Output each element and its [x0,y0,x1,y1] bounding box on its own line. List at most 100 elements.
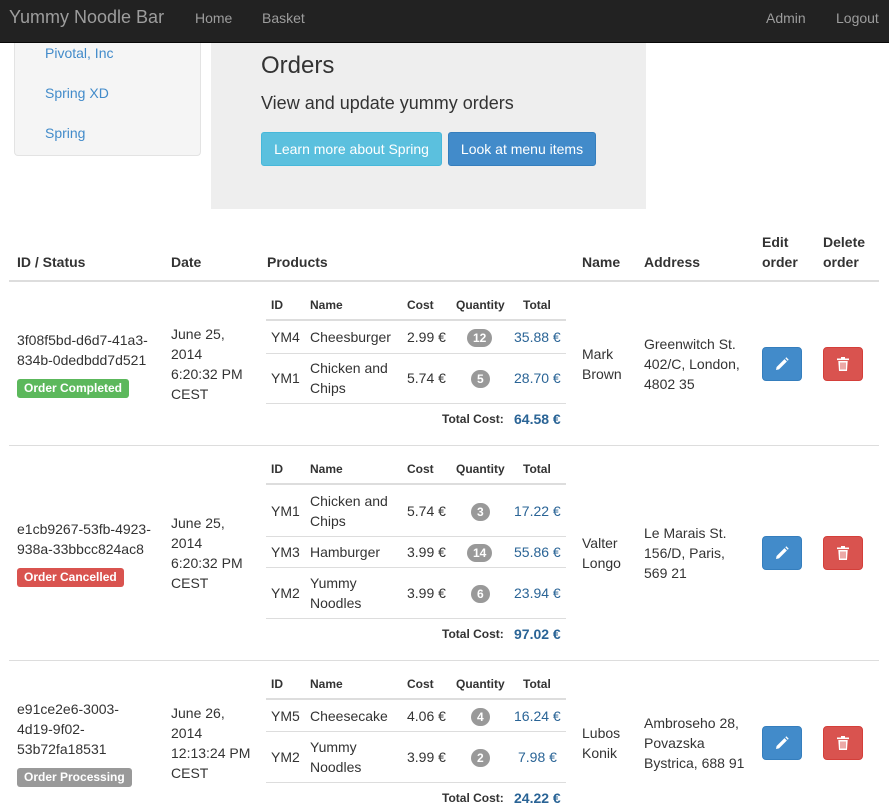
header-products: Products [267,254,328,270]
product-name: Yummy Noodles [310,737,361,777]
product-total: 55.86 € [514,544,561,560]
product-name-line: Chips [310,380,346,396]
page-lead: View and update yummy orders [261,93,514,113]
product-total: 35.88 € [514,329,561,345]
customer-address: Greenwitch St. 402/C, London, 4802 35 [644,334,740,394]
total-cost-label: Total Cost: [442,791,504,805]
order-date-line: June 25, [171,326,225,342]
products-header-id: ID [271,462,283,476]
navbar: Yummy Noodle Bar Home Basket Admin Logou… [0,0,889,43]
product-total: 7.98 € [518,749,557,765]
order-date-line: 2014 [171,535,203,551]
delete-order-button[interactable] [823,536,863,570]
header-address: Address [644,254,701,270]
status-badge: Order Processing [17,768,132,787]
product-divider [266,353,566,354]
products-header-name: Name [310,462,343,476]
edit-order-button[interactable] [762,726,802,760]
product-total: 28.70 € [514,370,561,386]
row-divider [9,660,879,661]
order-id: e91ce2e6-3003- 4d19-9f02- 53b72fa18531 [17,699,119,759]
customer-address: Ambroseho 28, Povazska Bystrica, 688 91 [644,713,744,773]
product-id: YM1 [271,370,300,386]
trash-icon [837,357,849,371]
customer-name: Mark Brown [582,344,622,384]
products-header-divider [266,483,566,485]
product-name-line: Chicken and [310,493,388,509]
products-header-id: ID [271,677,283,691]
status-badge: Order Completed [17,379,130,398]
address-line: Povazska [644,735,705,751]
nav-admin[interactable]: Admin [766,10,806,26]
order-date-line: 6:20:32 PM [171,366,243,382]
product-id: YM3 [271,544,300,560]
order-date-line: 6:20:32 PM [171,555,243,571]
trash-icon [837,546,849,560]
nav-logout[interactable]: Logout [836,10,879,26]
quantity-badge: 6 [471,585,490,603]
products-table: ID Name Cost Quantity Total YM5 Cheeseca… [266,676,566,808]
order-id-line: e91ce2e6-3003- [17,701,119,717]
edit-order-button[interactable] [762,536,802,570]
customer-name-line: Brown [582,366,622,382]
product-divider [266,403,566,404]
address-line: Greenwitch St. [644,336,736,352]
row-divider [9,445,879,446]
order-id-line: e1cb9267-53fb-4923- [17,521,151,537]
address-line: 4802 35 [644,376,695,392]
pencil-icon [776,357,789,370]
product-id: YM2 [271,585,300,601]
product-name-line: Chips [310,513,346,529]
product-name-line: Yummy [310,739,357,755]
total-cost-value: 64.58 € [514,411,561,427]
products-header-quantity: Quantity [456,462,505,476]
product-id: YM2 [271,749,300,765]
quantity-badge: 12 [467,329,493,347]
order-date-line: CEST [171,765,209,781]
product-name-line: Yummy [310,575,357,591]
page-title: Orders [261,52,335,79]
customer-name: Valter Longo [582,533,621,573]
product-divider [266,731,566,732]
learn-spring-button[interactable]: Learn more about Spring [261,132,442,166]
products-header-cost: Cost [407,677,434,691]
sidebar-item-pivotal[interactable]: Pivotal, Inc [45,45,113,61]
menu-items-button[interactable]: Look at menu items [448,132,596,166]
products-header-cost: Cost [407,462,434,476]
brand[interactable]: Yummy Noodle Bar [9,7,164,28]
order-id-line: 3f08f5bd-d6d7-41a3- [17,332,148,348]
delete-order-button[interactable] [823,726,863,760]
header-name: Name [582,254,621,270]
products-header-divider [266,319,566,321]
sidebar-item-spring[interactable]: Spring [45,125,85,141]
products-header-quantity: Quantity [456,298,505,312]
quantity-badge: 2 [471,749,490,767]
product-cost: 3.99 € [407,544,446,560]
products-table: ID Name Cost Quantity Total YM1 Chicken … [266,461,566,651]
product-name-line: Chicken and [310,360,388,376]
header-delete-line2: order [823,254,859,270]
product-divider [266,618,566,619]
product-cost: 3.99 € [407,749,446,765]
order-id: e1cb9267-53fb-4923- 938a-33bbcc824ac8 [17,519,151,559]
product-cost: 5.74 € [407,503,446,519]
order-date-line: June 25, [171,515,225,531]
delete-order-button[interactable] [823,347,863,381]
products-header-quantity: Quantity [456,677,505,691]
edit-order-button[interactable] [762,347,802,381]
header-date: Date [171,254,202,270]
product-cost: 3.99 € [407,585,446,601]
order-id-line: 834b-0dedbdd7d521 [17,352,147,368]
order-date: June 25, 2014 6:20:32 PM CEST [171,513,243,593]
order-date-line: 2014 [171,725,203,741]
order-date-line: June 26, [171,705,225,721]
products-header-cost: Cost [407,298,434,312]
nav-basket[interactable]: Basket [262,10,305,26]
products-header-id: ID [271,298,283,312]
nav-home[interactable]: Home [195,10,232,26]
address-line: Le Marais St. [644,525,727,541]
address-line: 569 21 [644,565,687,581]
sidebar-item-spring-xd[interactable]: Spring XD [45,85,109,101]
header-id-status: ID / Status [17,254,86,270]
products-header-name: Name [310,677,343,691]
